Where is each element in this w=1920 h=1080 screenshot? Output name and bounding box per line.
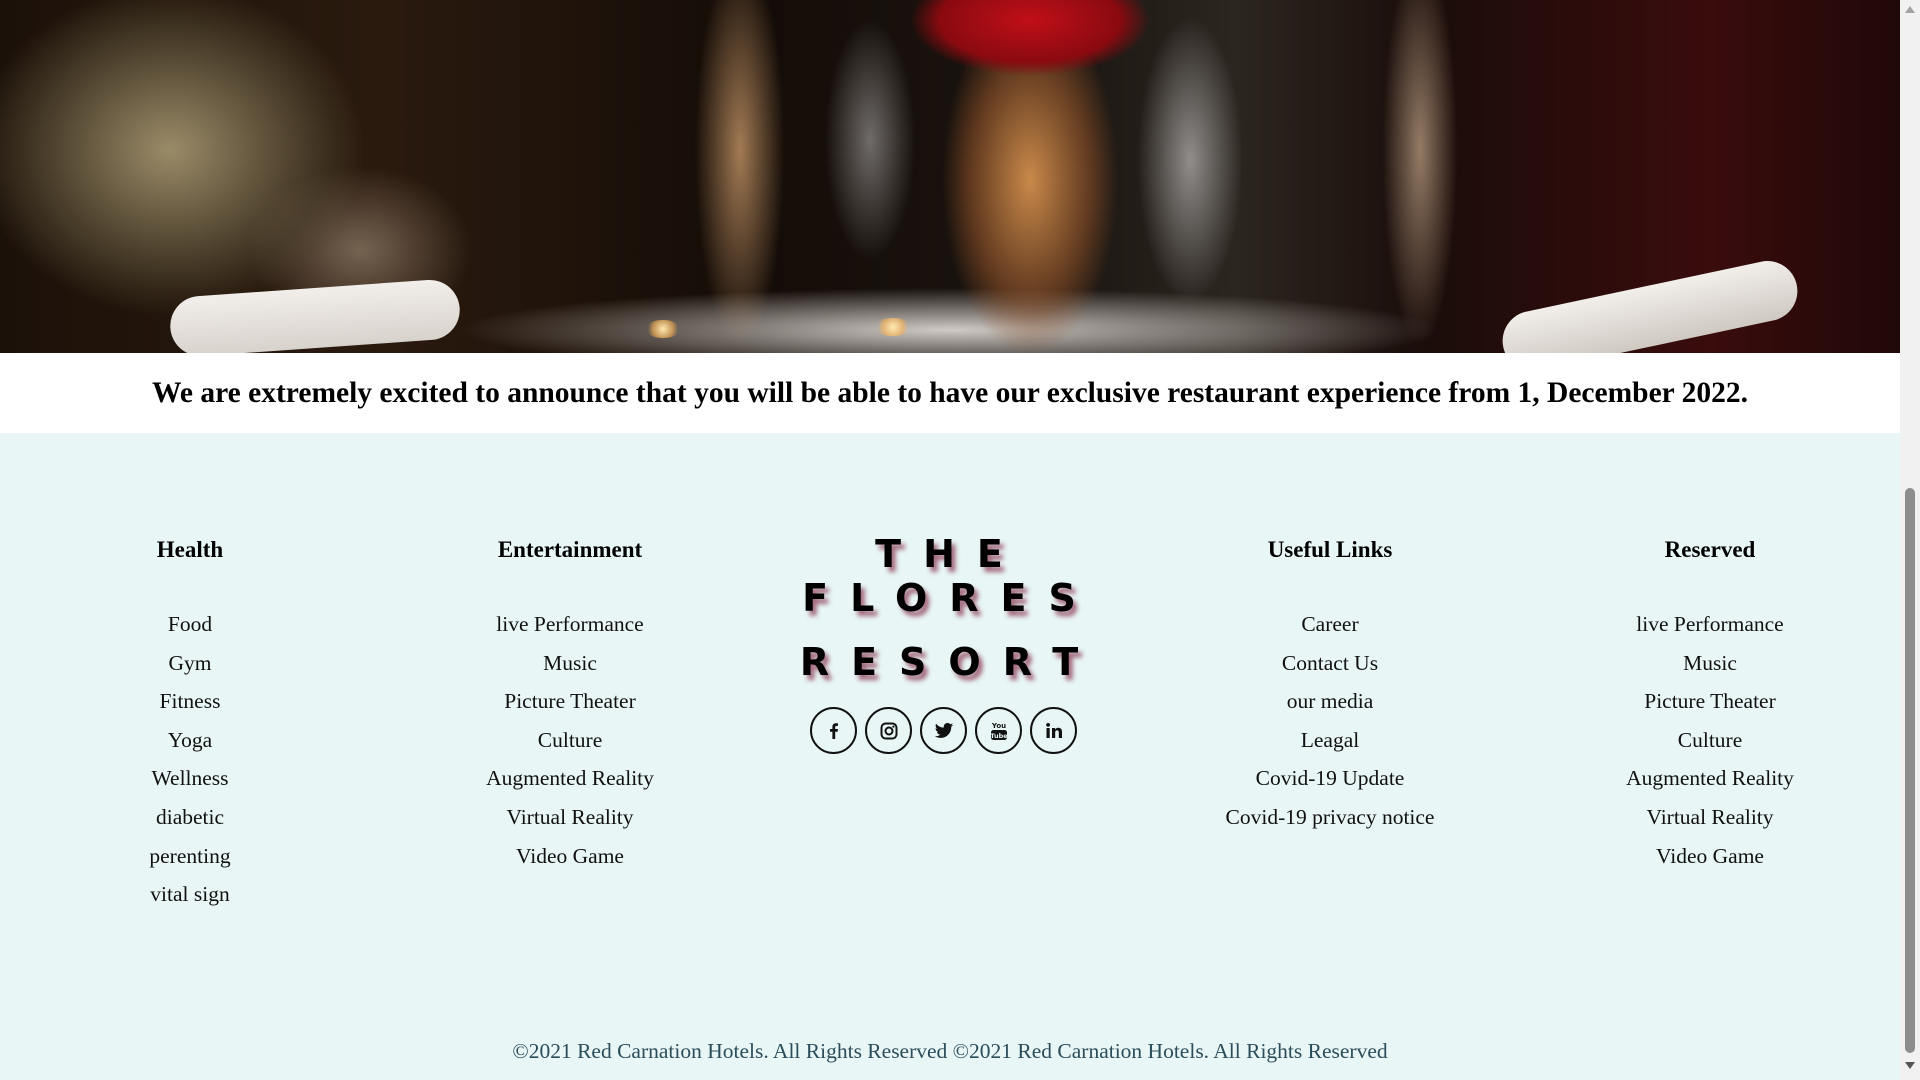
scroll-up-arrow-icon[interactable]	[1905, 6, 1915, 13]
footer-column-reserved: Reserved live Performance Music Picture …	[1520, 529, 1900, 875]
announcement-text: We are extremely excited to announce tha…	[152, 376, 1748, 409]
page: We are extremely excited to announce tha…	[0, 0, 1900, 1080]
footer-link[interactable]: Video Game	[380, 837, 760, 876]
instagram-link[interactable]	[865, 707, 912, 754]
footer-link[interactable]: Augmented Reality	[1520, 759, 1900, 798]
candle-glow	[875, 318, 911, 336]
footer-link[interactable]: Culture	[1520, 721, 1900, 760]
footer-link[interactable]: Food	[0, 605, 380, 644]
scroll-down-arrow-icon[interactable]	[1905, 1062, 1915, 1069]
footer-link[interactable]: Covid-19 Update	[1140, 759, 1520, 798]
footer-column-title: Health	[156, 537, 224, 562]
footer-link[interactable]: perenting	[0, 837, 380, 876]
twitter-icon	[934, 722, 953, 738]
footer-column-title: Reserved	[1664, 537, 1756, 562]
footer-link[interactable]: Picture Theater	[380, 682, 760, 721]
twitter-link[interactable]	[920, 707, 967, 754]
announcement-banner: We are extremely excited to announce tha…	[0, 353, 1900, 433]
footer-link[interactable]: Gym	[0, 644, 380, 683]
vertical-scrollbar[interactable]	[1900, 0, 1920, 1080]
candle-glow	[645, 320, 681, 338]
footer-link[interactable]: Fitness	[0, 682, 380, 721]
hero-image	[0, 0, 1900, 353]
youtube-icon: You Tube	[990, 722, 1008, 740]
svg-text:Tube: Tube	[990, 732, 1008, 740]
footer-link[interactable]: vital sign	[0, 875, 380, 914]
footer-link[interactable]: live Performance	[1520, 605, 1900, 644]
linkedin-link[interactable]	[1030, 707, 1077, 754]
footer-link[interactable]: Virtual Reality	[1520, 798, 1900, 837]
instagram-icon	[880, 722, 897, 739]
brand-line-flores: FLORES	[802, 576, 1098, 620]
brand-line-the: THE	[875, 532, 1025, 576]
footer-link[interactable]: Yoga	[0, 721, 380, 760]
copyright-text: ©2021 Red Carnation Hotels. All Rights R…	[512, 1039, 1388, 1063]
footer-link[interactable]: Augmented Reality	[380, 759, 760, 798]
footer-column-useful-links: Useful Links Career Contact Us our media…	[1140, 529, 1520, 837]
svg-text:You: You	[990, 722, 1005, 730]
napkin-right	[1497, 255, 1803, 353]
youtube-link[interactable]: You Tube	[975, 707, 1022, 754]
footer-link[interactable]: Culture	[380, 721, 760, 760]
footer-link[interactable]: Covid-19 privacy notice	[1140, 798, 1520, 837]
scrollbar-thumb[interactable]	[1905, 488, 1915, 1053]
footer-link[interactable]: diabetic	[0, 798, 380, 837]
footer-link[interactable]: Virtual Reality	[380, 798, 760, 837]
footer-column-title: Useful Links	[1267, 537, 1393, 562]
facebook-link[interactable]	[810, 707, 857, 754]
footer-link[interactable]: Music	[1520, 644, 1900, 683]
footer-link[interactable]: Leagal	[1140, 721, 1520, 760]
footer-column-health: Health Food Gym Fitness Yoga Wellness di…	[0, 529, 380, 914]
footer-link-list: Food Gym Fitness Yoga Wellness diabetic …	[0, 605, 380, 914]
footer-link[interactable]: our media	[1140, 682, 1520, 721]
footer-link[interactable]: Contact Us	[1140, 644, 1520, 683]
linkedin-icon	[1045, 722, 1062, 738]
brand-line-resort: RESORT	[799, 640, 1101, 684]
facebook-icon	[829, 722, 838, 739]
footer-link-list: Career Contact Us our media Leagal Covid…	[1140, 605, 1520, 837]
footer: Health Food Gym Fitness Yoga Wellness di…	[0, 433, 1900, 1080]
footer-link[interactable]: Video Game	[1520, 837, 1900, 876]
footer-link[interactable]: Career	[1140, 605, 1520, 644]
footer-link-list: live Performance Music Picture Theater C…	[1520, 605, 1900, 875]
social-links: You Tube	[810, 707, 1077, 754]
footer-link[interactable]: Wellness	[0, 759, 380, 798]
footer-link[interactable]: Picture Theater	[1520, 682, 1900, 721]
napkin-left	[168, 277, 462, 353]
